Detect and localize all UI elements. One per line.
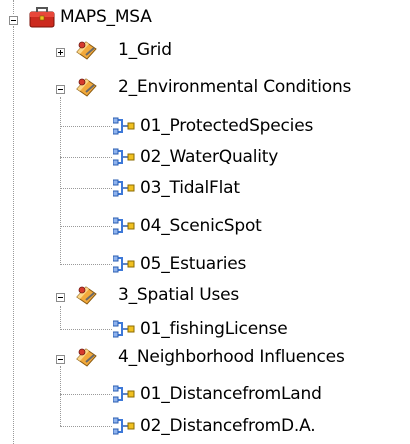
model-tool-icon bbox=[113, 320, 135, 338]
tree-stub bbox=[60, 394, 112, 395]
tree-node-tool-label: 03_TidalFlat bbox=[140, 178, 240, 198]
tree-stub bbox=[60, 264, 112, 265]
tree-stub bbox=[60, 226, 112, 227]
tree-stub bbox=[60, 157, 112, 158]
tree-node-tool[interactable]: 02_WaterQuality bbox=[140, 142, 278, 172]
tree-node-group-3[interactable]: 3_Spatial Uses bbox=[118, 280, 239, 310]
tree-stub bbox=[60, 188, 112, 189]
tree-node-group-3-label: 3_Spatial Uses bbox=[118, 285, 240, 305]
tree-node-tool-label: 01_DistancefromLand bbox=[140, 384, 322, 404]
expand-toggle-group-1[interactable] bbox=[56, 48, 65, 57]
collapse-toggle-group-3[interactable] bbox=[56, 293, 65, 302]
collapse-toggle-root[interactable] bbox=[9, 16, 18, 25]
tree-stub bbox=[60, 329, 112, 330]
tree-node-group-2[interactable]: 2_Environmental Conditions bbox=[118, 72, 351, 102]
tree-node-tool-label: 05_Estuaries bbox=[140, 254, 247, 274]
toolbox-icon bbox=[29, 7, 55, 28]
tree-node-tool-label: 02_DistancefromD.A. bbox=[140, 416, 316, 436]
tree-connector-root bbox=[13, 26, 14, 444]
tree-node-group-4-label: 4_Neighborhood Influences bbox=[118, 347, 345, 367]
tree-node-tool[interactable]: 03_TidalFlat bbox=[140, 173, 240, 203]
tree-node-tool-label: 01_fishingLicense bbox=[140, 319, 288, 339]
tree-node-root-label: MAPS_MSA bbox=[60, 7, 152, 27]
tree-stub bbox=[60, 126, 112, 127]
model-tool-icon bbox=[113, 217, 135, 235]
collapse-toggle-group-2[interactable] bbox=[56, 85, 65, 94]
tree-node-group-1[interactable]: 1_Grid bbox=[118, 35, 172, 65]
tree-node-tool-label: 01_ProtectedSpecies bbox=[140, 116, 314, 136]
tree-node-group-2-label: 2_Environmental Conditions bbox=[118, 77, 352, 97]
toolset-icon bbox=[76, 78, 97, 97]
model-tool-icon bbox=[113, 417, 135, 435]
tree-node-group-1-label: 1_Grid bbox=[118, 40, 172, 60]
tree-node-tool-label: 02_WaterQuality bbox=[140, 147, 279, 167]
tree-node-tool[interactable]: 04_ScenicSpot bbox=[140, 211, 262, 241]
toolbox-tree: MAPS_MSA 1_Grid 2_Environmental Conditio… bbox=[0, 0, 410, 444]
tree-node-tool[interactable]: 01_ProtectedSpecies bbox=[140, 111, 313, 141]
model-tool-icon bbox=[113, 117, 135, 135]
model-tool-icon bbox=[113, 385, 135, 403]
tree-node-tool[interactable]: 02_DistancefromD.A. bbox=[140, 411, 316, 441]
collapse-toggle-group-4[interactable] bbox=[56, 355, 65, 364]
tree-node-tool[interactable]: 05_Estuaries bbox=[140, 249, 246, 279]
toolset-icon bbox=[76, 286, 97, 305]
tree-connector-group-2 bbox=[60, 97, 61, 265]
tree-node-tool[interactable]: 01_DistancefromLand bbox=[140, 379, 322, 409]
model-tool-icon bbox=[113, 255, 135, 273]
toolset-icon bbox=[76, 41, 97, 60]
tree-node-tool[interactable]: 01_fishingLicense bbox=[140, 314, 288, 344]
tree-node-tool-label: 04_ScenicSpot bbox=[140, 216, 262, 236]
tree-stub bbox=[60, 426, 112, 427]
tree-connector-root-top bbox=[13, 0, 14, 14]
tree-connector-group-3 bbox=[60, 306, 61, 330]
model-tool-icon bbox=[113, 148, 135, 166]
tree-node-group-4[interactable]: 4_Neighborhood Influences bbox=[118, 342, 345, 372]
toolset-icon bbox=[76, 348, 97, 367]
tree-connector-group-4 bbox=[60, 366, 61, 426]
tree-node-root[interactable]: MAPS_MSA bbox=[60, 2, 152, 32]
model-tool-icon bbox=[113, 179, 135, 197]
